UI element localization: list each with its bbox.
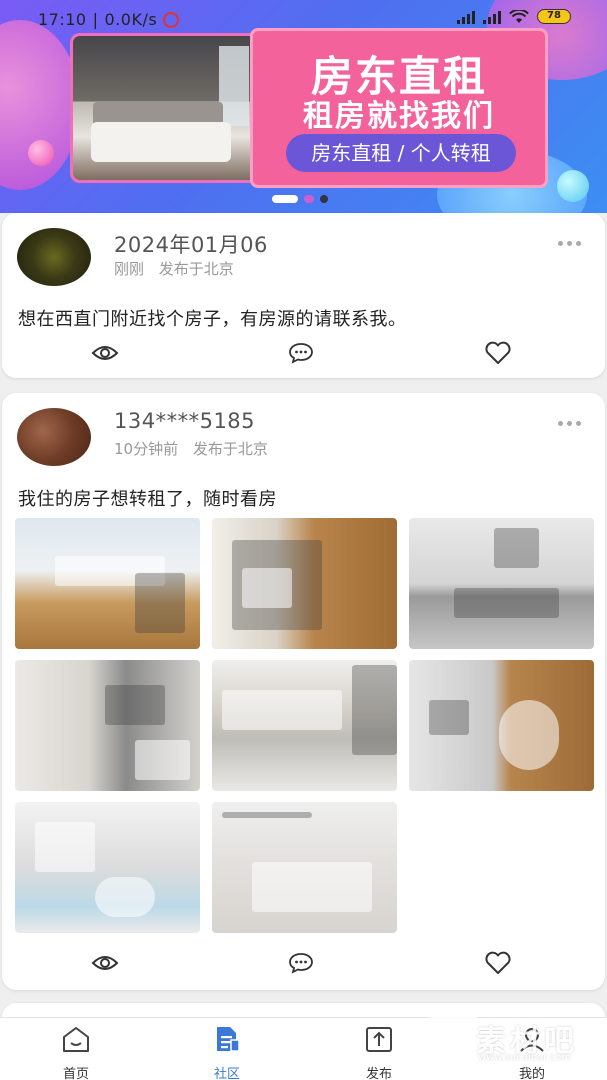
post-location: 发布于北京 — [158, 260, 234, 278]
more-icon[interactable] — [558, 421, 581, 426]
room-photo[interactable] — [212, 518, 397, 649]
app-screen: 17:10 | 0.0K/s 78 房东直租 租房就找我们 房东直租 / 个人转… — [0, 0, 607, 1080]
watermark: 素材吧 www.sucaibar.com — [417, 1012, 585, 1070]
status-right: 78 — [457, 9, 571, 24]
signal-icon — [483, 10, 501, 24]
promo-banner[interactable]: 17:10 | 0.0K/s 78 房东直租 租房就找我们 房东直租 / 个人转… — [0, 0, 607, 213]
more-icon[interactable] — [558, 241, 581, 246]
post-actions — [2, 948, 605, 978]
status-left: 17:10 | 0.0K/s — [38, 10, 180, 29]
room-photo[interactable] — [212, 660, 397, 791]
network-speed: 0.0K/s — [104, 10, 158, 29]
comment-icon — [289, 953, 313, 974]
bedroom-photo — [70, 33, 260, 183]
view-button[interactable] — [90, 948, 120, 978]
room-photo[interactable] — [15, 518, 200, 649]
watermark-url: www.sucaibar.com — [478, 1052, 571, 1063]
avatar[interactable] — [17, 408, 91, 466]
promo-pill: 房东直租 / 个人转租 — [286, 134, 516, 172]
post-user-name: 134****5185 — [114, 409, 256, 433]
home-icon — [63, 1027, 89, 1052]
view-button[interactable] — [90, 338, 120, 368]
nav-publish[interactable]: 发布 — [339, 1024, 419, 1080]
post-text: 想在西直门附近找个房子，有房源的请联系我。 — [18, 309, 407, 330]
signal-icon — [457, 10, 475, 24]
post-card[interactable]: 134****5185 10分钟前 发布于北京 我住的房子想转租了，随时看房 — [2, 393, 605, 990]
avatar[interactable] — [17, 228, 91, 286]
community-icon — [217, 1027, 240, 1052]
eye-icon — [91, 346, 119, 360]
decor-blob — [557, 170, 589, 202]
nav-publish-label: 发布 — [365, 1067, 392, 1080]
post-text: 我住的房子想转租了，随时看房 — [18, 489, 277, 510]
comment-icon — [289, 343, 313, 364]
nav-community[interactable]: 社区 — [187, 1024, 267, 1080]
status-time: 17:10 — [38, 10, 87, 29]
comment-button[interactable] — [286, 338, 316, 368]
status-divider: | — [92, 10, 99, 29]
heart-icon — [485, 341, 511, 364]
like-button[interactable] — [483, 338, 513, 368]
post-time: 刚刚 — [114, 260, 145, 278]
post-actions — [2, 338, 605, 368]
alarm-icon — [163, 11, 180, 28]
wifi-icon — [509, 9, 529, 23]
eye-icon — [91, 956, 119, 970]
battery-icon: 78 — [537, 9, 571, 24]
heart-icon — [485, 951, 511, 974]
post-card[interactable]: 2024年01月06 刚刚 发布于北京 想在西直门附近找个房子，有房源的请联系我… — [2, 213, 605, 378]
post-location: 发布于北京 — [192, 440, 268, 458]
room-photo[interactable] — [409, 518, 594, 649]
indicator-dot[interactable] — [320, 195, 328, 203]
room-photo[interactable] — [409, 660, 594, 791]
post-time: 10分钟前 — [114, 440, 179, 458]
decor-blob — [28, 140, 54, 166]
room-photo[interactable] — [15, 802, 200, 933]
nav-home[interactable]: 首页 — [36, 1024, 116, 1080]
banner-page-indicator — [272, 195, 328, 203]
indicator-dot[interactable] — [304, 195, 314, 203]
room-photo[interactable] — [15, 660, 200, 791]
promo-card: 房东直租 租房就找我们 房东直租 / 个人转租 — [250, 28, 548, 188]
nav-community-label: 社区 — [213, 1067, 240, 1080]
post-meta: 刚刚 发布于北京 — [114, 258, 234, 279]
room-photo[interactable] — [212, 802, 397, 933]
nav-home-label: 首页 — [62, 1067, 89, 1080]
promo-subtitle: 租房就找我们 — [303, 99, 495, 134]
watermark-logo-icon — [417, 1014, 479, 1062]
comment-button[interactable] — [286, 948, 316, 978]
upload-icon — [366, 1027, 392, 1052]
indicator-dot[interactable] — [272, 195, 298, 203]
post-meta: 10分钟前 发布于北京 — [114, 438, 268, 459]
post-user-name: 2024年01月06 — [114, 233, 268, 257]
like-button[interactable] — [483, 948, 513, 978]
